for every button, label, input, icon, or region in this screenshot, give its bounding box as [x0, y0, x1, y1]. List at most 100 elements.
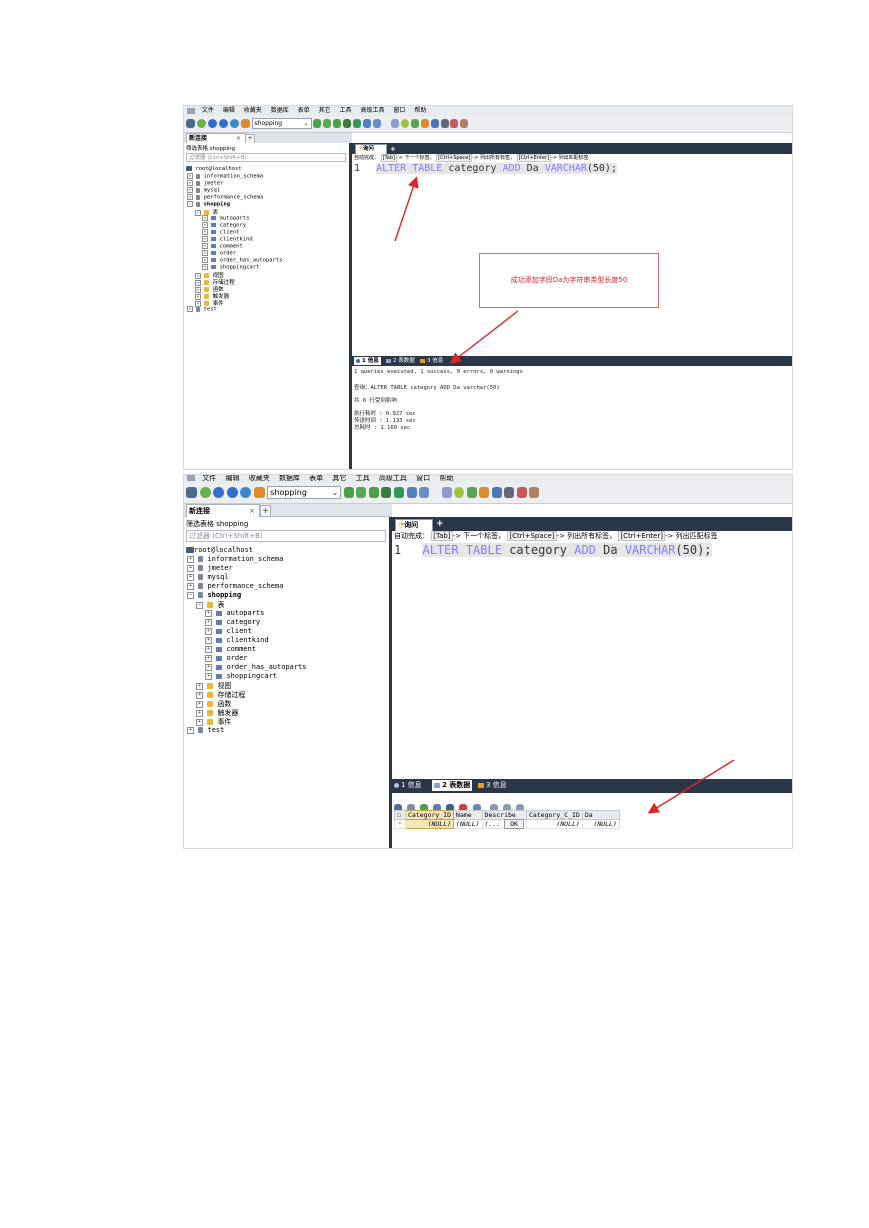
menu-file[interactable]: 文件	[202, 107, 214, 114]
menu-table[interactable]: 表单	[309, 475, 323, 482]
new-connection-icon[interactable]	[186, 487, 197, 498]
stop-icon[interactable]	[343, 119, 352, 128]
data-sync-icon[interactable]	[479, 487, 490, 498]
add-query-tab-button[interactable]: +	[390, 144, 396, 154]
tree-db-information-schema[interactable]: + information_schema	[187, 555, 283, 563]
expand-icon[interactable]: +	[187, 187, 193, 193]
execute-all-icon[interactable]	[356, 487, 367, 498]
database-select[interactable]: shopping ⌄	[251, 118, 312, 129]
query-tab[interactable]: ◔询问	[395, 519, 433, 531]
layout-icon[interactable]	[529, 487, 540, 498]
menu-table[interactable]: 表单	[298, 107, 310, 114]
expand-icon[interactable]: +	[187, 180, 193, 186]
expand-icon[interactable]: +	[205, 672, 212, 680]
scheduler-icon[interactable]	[430, 119, 439, 128]
menu-window[interactable]: 窗口	[416, 475, 430, 482]
grid-cell[interactable]: (NULL)	[581, 819, 620, 829]
collapse-icon[interactable]: −	[196, 601, 203, 609]
expand-icon[interactable]: +	[196, 709, 203, 717]
table-row[interactable]: * (NULL) (NULL) (... OK (NULL) (NULL)	[394, 819, 620, 829]
close-icon[interactable]: ×	[249, 505, 255, 517]
report-icon[interactable]	[504, 487, 515, 498]
copy-db-icon[interactable]	[466, 487, 477, 498]
menu-edit[interactable]: 编辑	[225, 475, 239, 482]
grid-icon[interactable]	[516, 487, 527, 498]
tree-root[interactable]: root@localhost	[186, 166, 242, 172]
new-connection-icon[interactable]	[186, 119, 195, 128]
result-tab-table-data[interactable]: 2 表数据	[386, 357, 415, 365]
tree-db-performance-schema[interactable]: + performance_schema	[187, 582, 283, 590]
expand-icon[interactable]: +	[187, 173, 193, 179]
tree-db-shopping[interactable]: − shopping	[187, 201, 230, 208]
expand-icon[interactable]: +	[187, 194, 193, 200]
query-builder-icon[interactable]	[372, 119, 381, 128]
tree-db-jmeter[interactable]: + jmeter	[187, 564, 233, 572]
expand-icon[interactable]: +	[187, 564, 194, 572]
menu-tools[interactable]: 工具	[340, 107, 352, 114]
expand-icon[interactable]: +	[202, 222, 208, 228]
filter-input[interactable]: 过滤器 (Ctrl+Shift+B)	[186, 153, 346, 162]
menu-file[interactable]: 文件	[202, 475, 216, 482]
expand-icon[interactable]: +	[202, 264, 208, 270]
tree-table-shoppingcart[interactable]: + shoppingcart	[205, 672, 277, 680]
menu-database[interactable]: 数据库	[279, 475, 300, 482]
tree-db-test[interactable]: + test	[187, 306, 217, 313]
menu-help[interactable]: 帮助	[439, 475, 453, 482]
connection-tab[interactable]: 新连接 ×	[186, 504, 260, 517]
menu-advanced-tools[interactable]: 高级工具	[360, 107, 384, 114]
expand-icon[interactable]: +	[202, 215, 208, 221]
grid-column-header[interactable]: Category_ID	[404, 810, 455, 820]
backup-icon[interactable]	[229, 119, 239, 128]
sync-icon[interactable]	[454, 487, 465, 498]
tree-db-jmeter[interactable]: + jmeter	[187, 180, 224, 187]
sql-editor[interactable]: 1 ALTER TABLE category ADD Da VARCHAR(50…	[392, 543, 792, 775]
menu-other[interactable]: 其它	[332, 475, 346, 482]
result-tab-info[interactable]: 3 信息	[420, 357, 443, 365]
tree-table-category[interactable]: + category	[205, 618, 260, 626]
tree-table-client[interactable]: + client	[202, 229, 240, 236]
expand-icon[interactable]: +	[202, 257, 208, 263]
tree-table-order[interactable]: + order	[202, 250, 236, 257]
expand-icon[interactable]: +	[205, 627, 212, 635]
menu-window[interactable]: 窗口	[393, 107, 405, 114]
expand-icon[interactable]: +	[202, 250, 208, 256]
menu-favorites[interactable]: 收藏夹	[244, 107, 262, 114]
result-tab-info[interactable]: 3 信息	[478, 780, 507, 791]
query-builder-icon[interactable]	[419, 487, 430, 498]
menu-tools[interactable]: 工具	[356, 475, 370, 482]
collapse-icon[interactable]: −	[187, 201, 193, 207]
connect-icon[interactable]	[213, 487, 225, 498]
tree-table-category[interactable]: + category	[202, 222, 246, 229]
disconnect-icon[interactable]	[218, 119, 228, 128]
menu-database[interactable]: 数据库	[271, 107, 289, 114]
database-select[interactable]: shopping ⌄	[267, 486, 342, 499]
sync-icon[interactable]	[400, 119, 409, 128]
disconnect-icon[interactable]	[226, 487, 238, 498]
expand-icon[interactable]: +	[196, 718, 203, 726]
grid-cell[interactable]: (NULL)	[404, 819, 455, 829]
add-query-tab-button[interactable]: +	[436, 518, 444, 531]
table-data-grid[interactable]: ☐ Category_ID Name Describe Category_C_I…	[394, 810, 620, 829]
export-icon[interactable]	[394, 487, 405, 498]
execute-icon[interactable]	[313, 119, 322, 128]
collapse-icon[interactable]: −	[187, 591, 194, 599]
tree-db-mysql[interactable]: + mysql	[187, 187, 220, 194]
import-icon[interactable]	[406, 487, 417, 498]
import-icon[interactable]	[363, 119, 372, 128]
menu-favorites[interactable]: 收藏夹	[249, 475, 270, 482]
expand-icon[interactable]: +	[187, 582, 194, 590]
schema-icon[interactable]	[240, 119, 250, 128]
backup-icon[interactable]	[240, 487, 252, 498]
copy-db-icon[interactable]	[410, 119, 419, 128]
result-tab-messages[interactable]: 1 信息	[354, 357, 381, 365]
tree-table-autoparts[interactable]: + autoparts	[205, 609, 264, 617]
add-connection-tab-button[interactable]: +	[260, 505, 271, 517]
expand-icon[interactable]: +	[205, 609, 212, 617]
collapse-icon[interactable]: −	[195, 209, 201, 216]
ok-button[interactable]: OK	[504, 819, 524, 829]
tree-db-mysql[interactable]: + mysql	[187, 573, 229, 581]
schema-designer-icon[interactable]	[390, 119, 399, 128]
report-icon[interactable]	[440, 119, 449, 128]
expand-icon[interactable]: +	[205, 663, 212, 671]
grid-column-header[interactable]: Category_C_ID	[525, 810, 583, 820]
